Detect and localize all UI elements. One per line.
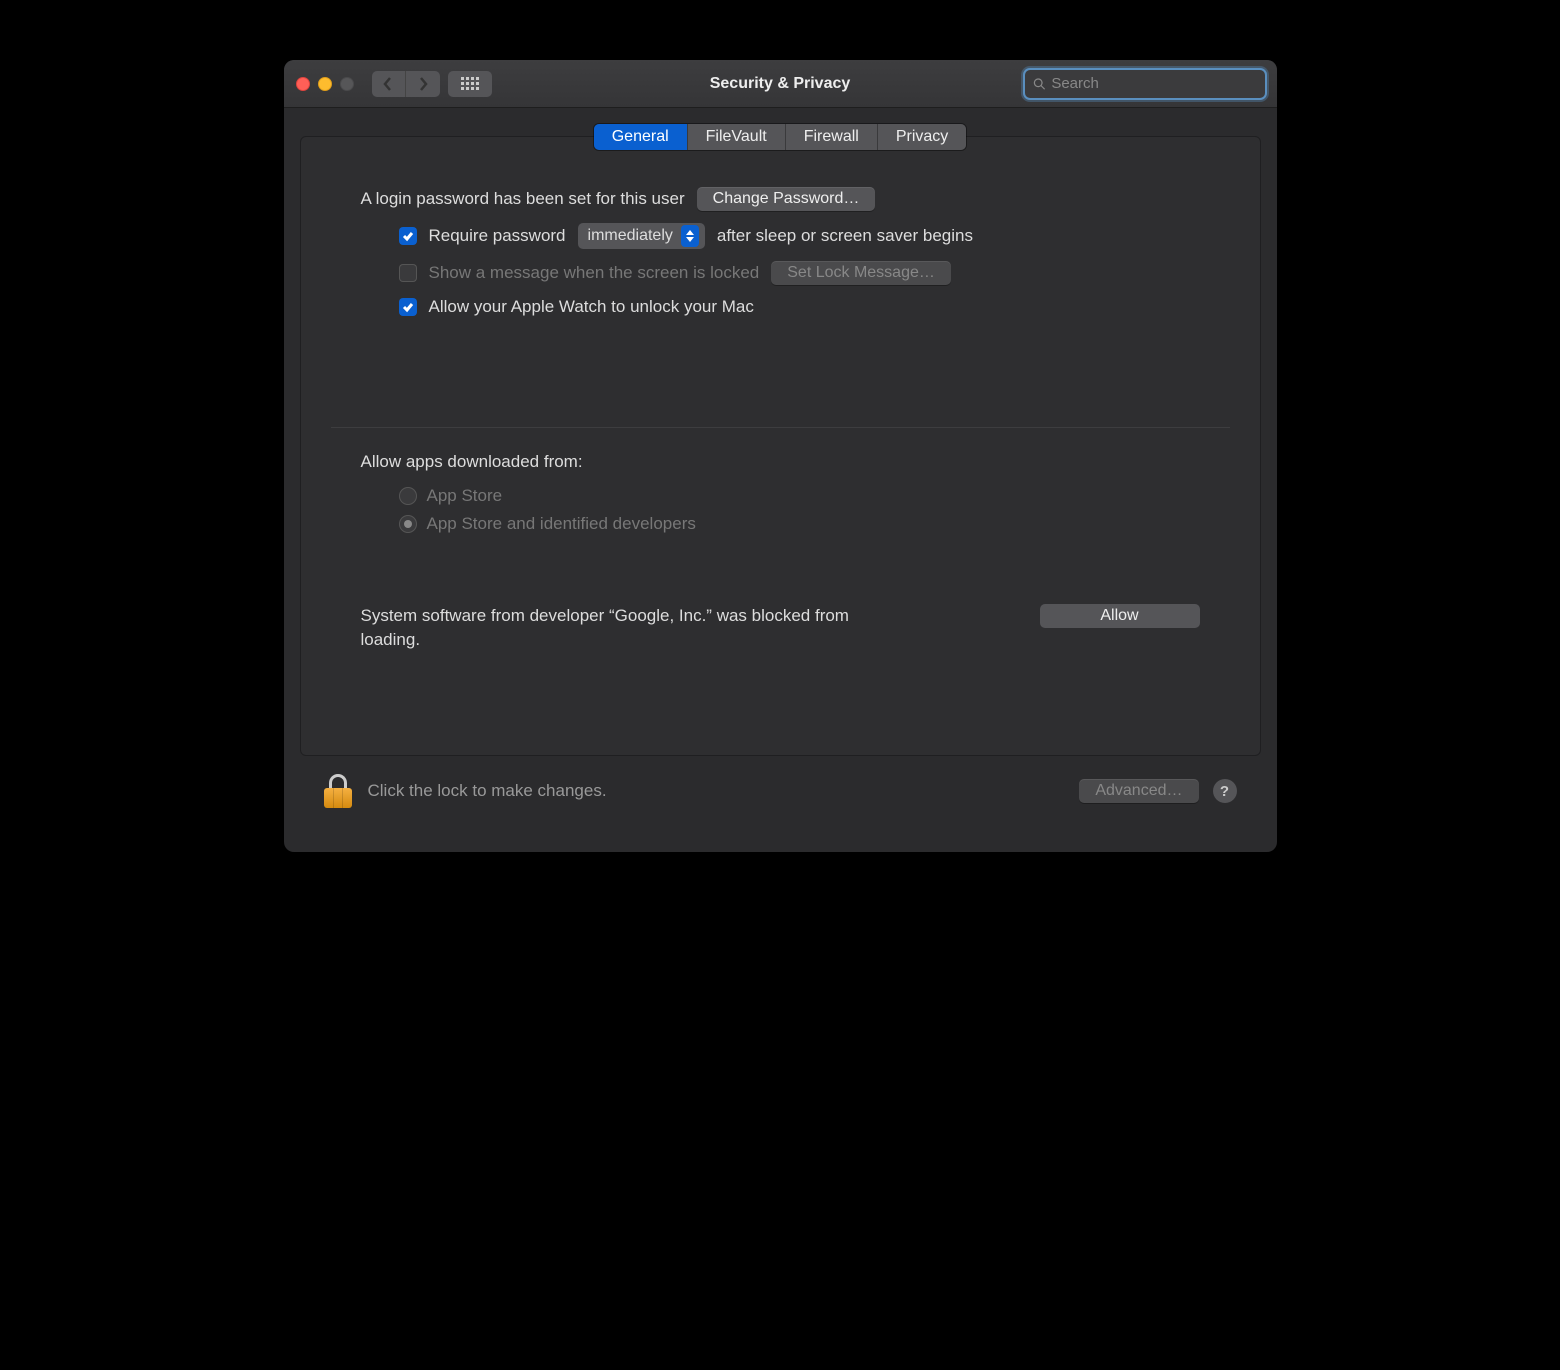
titlebar: Security & Privacy bbox=[284, 60, 1277, 108]
apple-watch-unlock-label: Allow your Apple Watch to unlock your Ma… bbox=[429, 297, 754, 317]
back-button[interactable] bbox=[372, 71, 406, 97]
traffic-lights bbox=[296, 77, 354, 91]
blocked-software-text: System software from developer “Google, … bbox=[361, 604, 901, 652]
require-password-label: Require password bbox=[429, 226, 566, 246]
lock-icon[interactable] bbox=[324, 774, 352, 808]
general-panel: A login password has been set for this u… bbox=[300, 136, 1261, 756]
login-password-text: A login password has been set for this u… bbox=[361, 189, 685, 209]
grid-icon bbox=[461, 77, 479, 90]
set-lock-message-button: Set Lock Message… bbox=[771, 261, 951, 285]
show-lock-message-checkbox bbox=[399, 264, 417, 282]
show-lock-message-label: Show a message when the screen is locked bbox=[429, 263, 760, 283]
radio-app-store-label: App Store bbox=[427, 486, 503, 506]
search-icon bbox=[1033, 77, 1046, 91]
require-password-suffix: after sleep or screen saver begins bbox=[717, 226, 973, 246]
tab-privacy[interactable]: Privacy bbox=[878, 124, 966, 150]
tab-firewall[interactable]: Firewall bbox=[786, 124, 878, 150]
checkmark-icon bbox=[402, 301, 414, 313]
chevron-right-icon bbox=[418, 77, 428, 91]
radio-app-store-identified-label: App Store and identified developers bbox=[427, 514, 696, 534]
checkmark-icon bbox=[402, 230, 414, 242]
forward-button[interactable] bbox=[406, 71, 440, 97]
stepper-icon bbox=[681, 225, 699, 247]
change-password-button[interactable]: Change Password… bbox=[697, 187, 876, 211]
lock-hint-text: Click the lock to make changes. bbox=[368, 781, 1064, 801]
show-all-button[interactable] bbox=[448, 71, 492, 97]
tab-filevault[interactable]: FileVault bbox=[688, 124, 786, 150]
preferences-window: Security & Privacy General FileVault Fir… bbox=[284, 60, 1277, 852]
tab-general[interactable]: General bbox=[594, 124, 688, 150]
search-field[interactable] bbox=[1025, 70, 1265, 98]
footer: Click the lock to make changes. Advanced… bbox=[300, 756, 1261, 836]
close-window-button[interactable] bbox=[296, 77, 310, 91]
help-button[interactable]: ? bbox=[1213, 779, 1237, 803]
require-password-delay-select[interactable]: immediately bbox=[578, 223, 705, 249]
window-title: Security & Privacy bbox=[710, 75, 851, 93]
zoom-window-button bbox=[340, 77, 354, 91]
require-password-checkbox[interactable] bbox=[399, 227, 417, 245]
require-password-delay-value: immediately bbox=[588, 227, 673, 245]
apple-watch-unlock-checkbox[interactable] bbox=[399, 298, 417, 316]
search-input[interactable] bbox=[1051, 75, 1256, 92]
divider bbox=[331, 427, 1230, 428]
chevron-left-icon bbox=[383, 77, 393, 91]
minimize-window-button[interactable] bbox=[318, 77, 332, 91]
radio-app-store-identified bbox=[399, 515, 417, 533]
allow-button[interactable]: Allow bbox=[1040, 604, 1200, 628]
allow-apps-heading: Allow apps downloaded from: bbox=[361, 452, 1200, 472]
nav-segment bbox=[372, 71, 440, 97]
advanced-button: Advanced… bbox=[1079, 779, 1198, 803]
radio-app-store bbox=[399, 487, 417, 505]
